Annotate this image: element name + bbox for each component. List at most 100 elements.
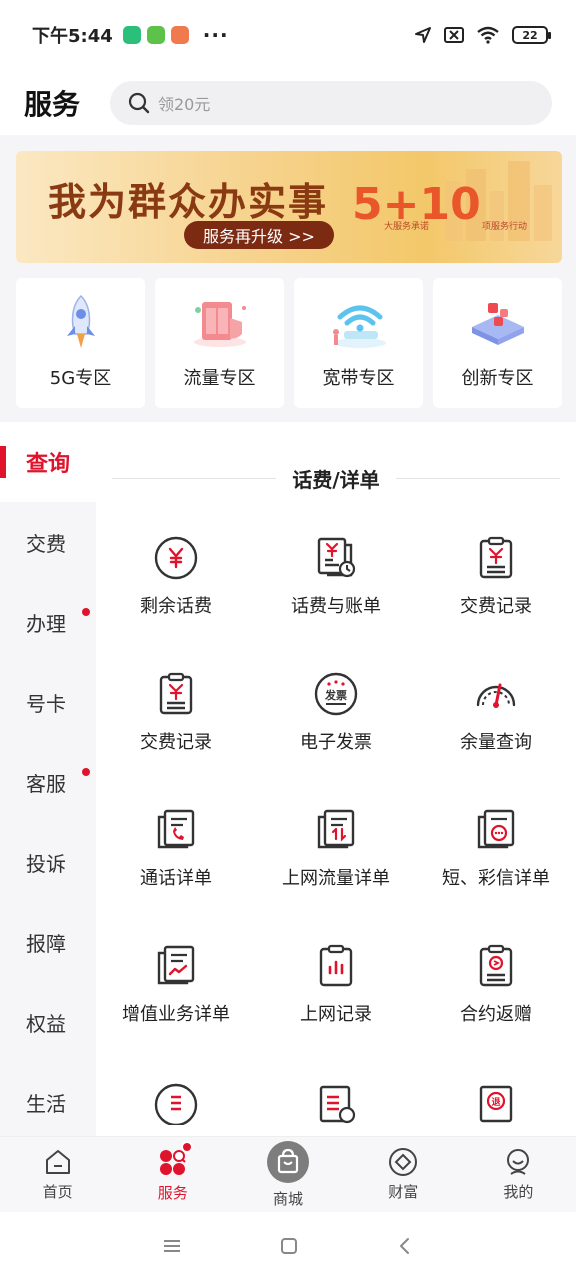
invoice-icon: 发票 [312,670,360,718]
rocket-icon [49,292,113,352]
payment-record-icon [472,534,520,582]
sidebar-item-query[interactable]: 查询 [0,422,96,502]
nav-service[interactable]: 服务 [115,1137,230,1212]
sidebar-item-label: 查询 [26,452,71,477]
divider [112,477,277,479]
bottom-nav: 首页 服务 商城 财富 我的 [0,1136,576,1212]
zone-label: 5G专区 [49,368,112,389]
sidebar-item-label: 权益 [26,1011,66,1036]
section-header: 话费/详单 [112,462,560,494]
nav-label: 商城 [273,1190,304,1208]
search-icon [128,92,150,113]
service-label: 上网记录 [300,1004,372,1025]
service-fee-and-bill[interactable]: 话费与账单 [256,534,416,670]
home-square-icon[interactable] [279,1236,299,1256]
sidebar-item-life[interactable]: 生活 [0,1062,96,1136]
search-input[interactable]: 领20元 [110,80,552,125]
sidebar-item-label: 号卡 [26,691,66,716]
payment-record-icon [152,670,200,718]
service-label: 交费记录 [460,596,532,617]
sidebar-item-label: 报障 [26,931,66,956]
banner-title: 我为群众办实事 [48,179,329,224]
list-doc-icon [312,1078,360,1126]
sidebar-item-label: 生活 [26,1091,66,1116]
location-icon [415,27,431,43]
zone-label: 宽带专区 [322,368,395,389]
status-time: 下午5:44 [32,26,113,47]
status-bar: 下午5:44 ··· 22 [0,0,576,70]
vas-detail-icon [152,942,200,990]
back-icon[interactable] [395,1236,415,1256]
svg-text:退: 退 [491,1097,500,1108]
zone-5g[interactable]: 5G专区 [16,278,145,408]
service-contract-rebate[interactable]: 合约返赠 [416,942,576,1078]
promo-banner[interactable]: 我为群众办实事 服务再升级 >> 5+10 大服务承诺 项服务行动 [16,151,562,263]
service-sms-detail[interactable]: 短、彩信详单 [416,806,576,942]
more-notifications-icon: ··· [202,23,229,47]
service-browse-record[interactable]: 上网记录 [256,942,416,1078]
service-label: 余量查询 [460,732,532,753]
sidebar-item-benefits[interactable]: 权益 [0,982,96,1062]
nav-label: 我的 [503,1183,534,1201]
zone-label: 流量专区 [183,368,256,389]
profile-icon [507,1149,530,1175]
service-label: 交费记录 [140,732,212,753]
nav-label: 财富 [388,1183,419,1201]
service-remaining-fee[interactable]: 剩余话费 [96,534,256,670]
category-sidebar: 查询 交费 办理 号卡 客服 投诉 报障 权益 生活 [0,422,96,1136]
call-detail-icon [152,806,200,854]
service-e-invoice[interactable]: 发票 电子发票 [256,670,416,806]
banner-sub-right: 项服务行动 [482,222,528,232]
zone-data[interactable]: 流量专区 [155,278,284,408]
sidebar-item-handle[interactable]: 办理 [0,582,96,662]
nav-wealth[interactable]: 财富 [346,1137,461,1212]
nav-mall[interactable]: 商城 [230,1137,345,1212]
service-call-detail[interactable]: 通话详单 [96,806,256,942]
wifi-status-icon [477,26,499,44]
list-circle-icon [152,1078,200,1126]
section-title: 话费/详单 [292,467,380,492]
service-label: 剩余话费 [140,596,212,617]
sidebar-item-number-card[interactable]: 号卡 [0,662,96,742]
shopping-bag-icon [267,1141,309,1183]
page-title: 服务 [24,87,81,121]
diamond-icon [389,1148,418,1176]
zone-innovation[interactable]: 创新专区 [433,278,562,408]
home-icon [45,1150,70,1174]
service-payment-record[interactable]: 交费记录 [416,534,576,670]
bill-icon [312,534,360,582]
service-more-1[interactable] [96,1078,256,1136]
zone-broadband[interactable]: 宽带专区 [294,278,423,408]
notification-dot [82,608,90,616]
service-data-detail[interactable]: 上网流量详单 [256,806,416,942]
service-grid: 剩余话费 话费与账单 交费记录 交费记录 发票 电子发票 余量查询 通话详单 上… [96,534,576,1136]
zone-cards: 5G专区 流量专区 宽带专区 创新专区 [16,278,562,408]
data-box-icon [188,292,252,352]
status-app-icons [122,26,189,44]
service-label: 电子发票 [300,732,372,753]
service-label: 增值业务详单 [122,1004,230,1025]
service-balance-query[interactable]: 余量查询 [416,670,576,806]
bag-app-icon [170,26,189,44]
wifi-icon [327,292,391,352]
sidebar-item-pay[interactable]: 交费 [0,502,96,582]
service-more-3[interactable]: 退 [416,1078,576,1136]
menu-icon[interactable] [161,1237,183,1255]
nav-profile[interactable]: 我的 [461,1137,576,1212]
sidebar-item-label: 投诉 [26,851,66,876]
service-label: 短、彩信详单 [442,868,550,889]
nav-home[interactable]: 首页 [0,1137,115,1212]
service-payment-record-2[interactable]: 交费记录 [96,670,256,806]
shield-app-icon [122,26,141,44]
sidebar-item-report-fault[interactable]: 报障 [0,902,96,982]
service-label: 话费与账单 [291,596,381,617]
service-vas-detail[interactable]: 增值业务详单 [96,942,256,1078]
gauge-icon [472,670,520,718]
search-placeholder: 领20元 [158,94,211,114]
zone-label: 创新专区 [461,368,534,389]
contract-icon [472,942,520,990]
sidebar-item-customer-service[interactable]: 客服 [0,742,96,822]
service-more-2[interactable] [256,1078,416,1136]
sidebar-item-complaint[interactable]: 投诉 [0,822,96,902]
banner-upgrade-button[interactable]: 服务再升级 >> [184,221,334,249]
